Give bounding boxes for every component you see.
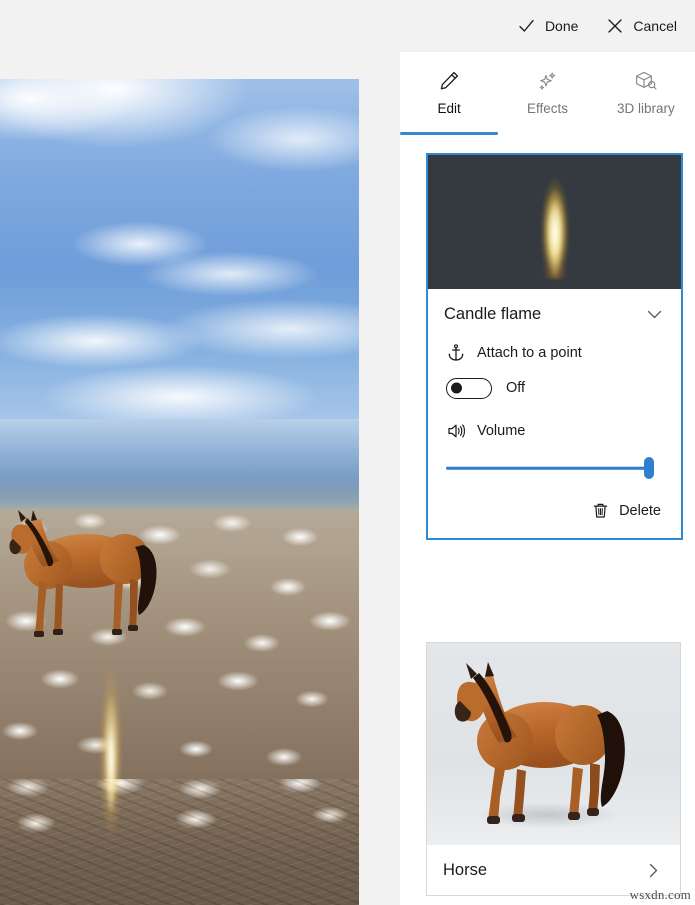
- top-command-bar: Done Cancel: [0, 0, 695, 52]
- attach-toggle-row: Off: [446, 373, 663, 403]
- candle-flame-body: Attach to a point Off Volume Delete: [428, 339, 681, 538]
- attach-to-point-row: Attach to a point: [446, 339, 663, 367]
- pencil-icon: [437, 66, 461, 96]
- sky-background: [0, 79, 359, 429]
- tab-3d-library[interactable]: 3D library: [597, 52, 695, 136]
- candle-flame-effect-overlay[interactable]: [88, 644, 134, 844]
- check-icon: [517, 17, 536, 36]
- tab-active-indicator: [400, 132, 499, 135]
- cancel-label: Cancel: [633, 18, 677, 34]
- chevron-down-icon[interactable]: [644, 304, 665, 325]
- panel-tabs: Edit Effects 3D library: [400, 52, 695, 136]
- object-card-candle-flame[interactable]: Candle flame Attach to a point Off Volum…: [426, 153, 683, 540]
- candle-flame-header: Candle flame: [428, 289, 681, 339]
- volume-label: Volume: [477, 423, 526, 439]
- 3d-cube-search-icon: [633, 66, 658, 96]
- volume-slider-thumb[interactable]: [644, 457, 654, 479]
- delete-row: Delete: [446, 497, 663, 524]
- attach-toggle-switch[interactable]: [446, 377, 492, 399]
- volume-slider-fill: [446, 466, 649, 470]
- close-icon: [606, 17, 624, 35]
- tab-effects-label: Effects: [526, 101, 568, 116]
- anchor-icon: [446, 343, 466, 363]
- editor-side-panel: Edit Effects 3D library Candle flame Att…: [400, 52, 695, 905]
- object-card-horse[interactable]: Horse: [426, 642, 681, 896]
- done-label: Done: [544, 18, 579, 34]
- attach-toggle-state: Off: [506, 380, 526, 396]
- video-editor-window: Done Cancel Edit Effects 3D library Cand…: [0, 0, 695, 905]
- horse-3d-object[interactable]: [3, 509, 173, 644]
- ground-area: [0, 779, 359, 905]
- volume-slider[interactable]: [446, 455, 663, 481]
- delete-label: Delete: [619, 502, 661, 519]
- candle-flame-thumbnail: [428, 155, 681, 289]
- horse-title: Horse: [443, 860, 488, 879]
- attach-to-point-label: Attach to a point: [477, 345, 582, 361]
- video-preview[interactable]: [0, 79, 359, 905]
- horse-thumbnail: [427, 643, 680, 845]
- tab-edit-label: Edit: [437, 101, 461, 116]
- toggle-knob: [451, 382, 462, 394]
- chevron-right-icon[interactable]: [643, 860, 664, 881]
- volume-row: Volume: [446, 417, 663, 445]
- candle-flame-title: Candle flame: [444, 304, 542, 323]
- sparkles-icon: [535, 66, 559, 96]
- delete-button[interactable]: Delete: [589, 497, 663, 524]
- speaker-volume-icon: [446, 421, 466, 441]
- done-button[interactable]: Done: [505, 9, 590, 43]
- watermark: wsxdn.com: [629, 887, 691, 902]
- object-cards-list: Candle flame Attach to a point Off Volum…: [400, 136, 695, 905]
- trash-icon: [591, 501, 610, 520]
- tab-effects[interactable]: Effects: [498, 52, 596, 136]
- cancel-button[interactable]: Cancel: [594, 9, 689, 43]
- flame-shape: [525, 161, 584, 279]
- tab-edit[interactable]: Edit: [400, 52, 499, 136]
- tab-3d-library-label: 3D library: [616, 101, 675, 116]
- command-buttons: Done Cancel: [505, 0, 689, 52]
